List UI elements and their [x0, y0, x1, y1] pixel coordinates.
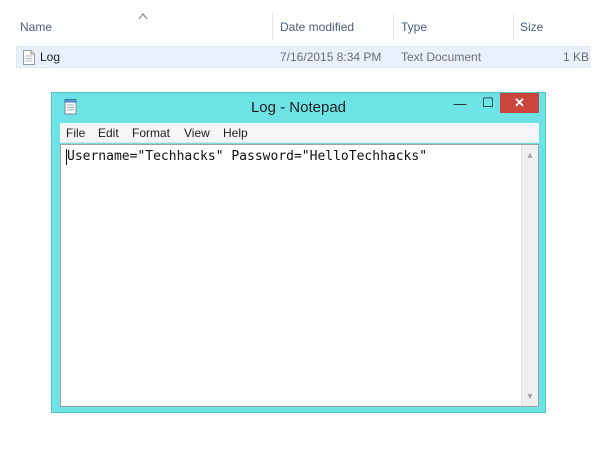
- menu-file[interactable]: File: [66, 126, 85, 140]
- column-header-size[interactable]: Size: [520, 20, 543, 34]
- menu-edit[interactable]: Edit: [98, 126, 119, 140]
- minimize-button[interactable]: —: [446, 93, 474, 113]
- vertical-scrollbar[interactable]: ▲ ▼: [521, 145, 538, 406]
- column-divider[interactable]: [393, 12, 394, 40]
- notepad-window: Log - Notepad — ☐ ✕ File Edit Format Vie…: [51, 92, 546, 413]
- menu-help[interactable]: Help: [223, 126, 248, 140]
- document-text[interactable]: Username="Techhacks" Password="HelloTech…: [67, 149, 517, 164]
- file-type: Text Document: [401, 50, 482, 64]
- menu-bar: File Edit Format View Help: [60, 123, 539, 143]
- text-file-icon: [23, 50, 35, 65]
- maximize-button[interactable]: ☐: [474, 93, 502, 113]
- close-icon: ✕: [514, 95, 525, 110]
- sort-ascending-icon[interactable]: [138, 12, 148, 20]
- minimize-icon: —: [453, 95, 467, 111]
- title-bar[interactable]: Log - Notepad — ☐ ✕: [52, 93, 545, 121]
- column-divider[interactable]: [513, 12, 514, 40]
- maximize-icon: ☐: [482, 95, 494, 110]
- scroll-up-icon[interactable]: ▲: [522, 147, 538, 163]
- column-header-row: Name Date modified Type Size: [0, 0, 613, 40]
- menu-view[interactable]: View: [184, 126, 210, 140]
- column-header-date-modified[interactable]: Date modified: [280, 20, 354, 34]
- close-button[interactable]: ✕: [500, 93, 539, 113]
- text-caret: [66, 149, 67, 165]
- column-header-type[interactable]: Type: [401, 20, 427, 34]
- text-editor-area[interactable]: Username="Techhacks" Password="HelloTech…: [60, 144, 539, 407]
- file-name: Log: [40, 50, 61, 64]
- file-date-modified: 7/16/2015 8:34 PM: [280, 50, 382, 64]
- file-list-row[interactable]: Log 7/16/2015 8:34 PM Text Document 1 KB: [16, 46, 590, 68]
- column-header-name[interactable]: Name: [20, 20, 52, 34]
- scroll-down-icon[interactable]: ▼: [522, 388, 538, 404]
- file-explorer: Name Date modified Type Size Log 7/16/20…: [0, 0, 613, 90]
- column-divider[interactable]: [272, 12, 273, 40]
- menu-format[interactable]: Format: [132, 126, 170, 140]
- file-size: 1 KB: [563, 50, 590, 64]
